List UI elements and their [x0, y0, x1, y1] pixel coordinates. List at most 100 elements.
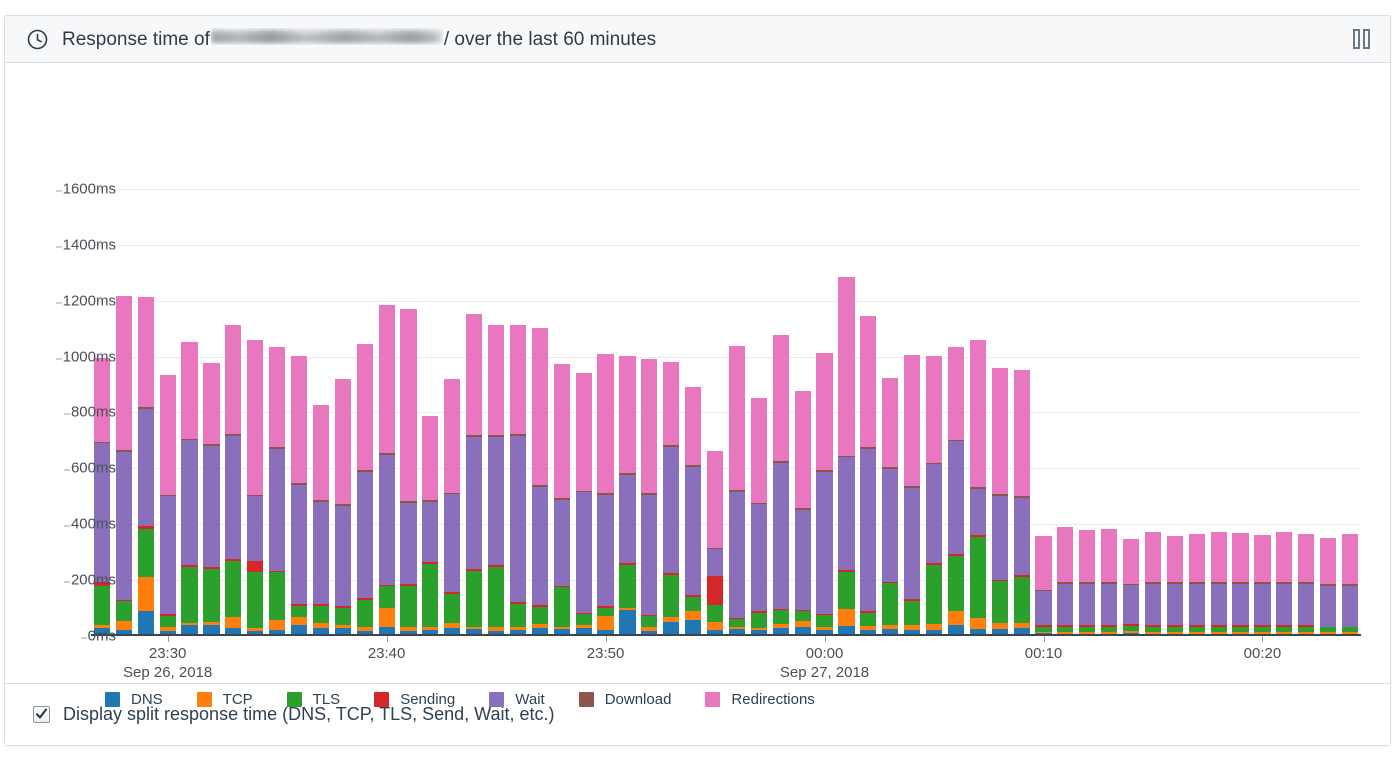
bar-segment-redirections: [1298, 534, 1314, 582]
x-axis-tick-mark: [825, 636, 826, 642]
bar-segment-redirections: [904, 355, 920, 486]
bar-column[interactable]: [357, 344, 373, 636]
y-axis-tick-label: 600ms: [71, 460, 116, 477]
bar-segment-tls: [357, 600, 373, 627]
bar-segment-dns: [619, 610, 635, 636]
bar-column[interactable]: [1298, 534, 1314, 636]
bar-column[interactable]: [751, 398, 767, 636]
y-axis-tick-mark: [64, 414, 70, 415]
bar-column[interactable]: [203, 363, 219, 636]
bar-column[interactable]: [1189, 534, 1205, 636]
bar-column[interactable]: [685, 387, 701, 636]
bar-column[interactable]: [1145, 532, 1161, 636]
legend-item-dns[interactable]: DNS: [105, 691, 163, 708]
bar-column[interactable]: [138, 297, 154, 636]
bar-column[interactable]: [488, 325, 504, 637]
bar-column[interactable]: [641, 359, 657, 636]
bar-segment-tls: [335, 608, 351, 625]
bar-segment-redirections: [663, 362, 679, 446]
chart-panel-body: 0ms200ms400ms600ms800ms1000ms1200ms1400m…: [5, 63, 1390, 683]
bar-segment-redirections: [1342, 534, 1358, 584]
bar-column[interactable]: [619, 356, 635, 636]
bar-column[interactable]: [816, 353, 832, 636]
bar-segment-wait: [707, 549, 723, 576]
legend-item-wait[interactable]: Wait: [489, 691, 544, 708]
pause-icon[interactable]: [1348, 28, 1374, 50]
legend-item-redirections[interactable]: Redirections: [705, 691, 814, 708]
bar-column[interactable]: [466, 314, 482, 636]
bar-column[interactable]: [116, 296, 132, 636]
bar-column[interactable]: [576, 373, 592, 636]
bar-segment-wait: [422, 502, 438, 562]
bar-column[interactable]: [554, 364, 570, 636]
bar-segment-redirections: [225, 325, 241, 434]
bar-column[interactable]: [422, 416, 438, 636]
bar-column[interactable]: [970, 340, 986, 636]
bar-column[interactable]: [1057, 527, 1073, 636]
bar-column[interactable]: [444, 379, 460, 636]
bar-column[interactable]: [1101, 529, 1117, 636]
bar-column[interactable]: [335, 379, 351, 636]
bar-column[interactable]: [291, 356, 307, 636]
bar-column[interactable]: [795, 391, 811, 636]
bar-column[interactable]: [400, 309, 416, 636]
bar-column[interactable]: [269, 347, 285, 636]
bar-segment-tls: [554, 587, 570, 626]
bar-segment-tcp: [838, 609, 854, 626]
bar-column[interactable]: [181, 342, 197, 636]
bar-column[interactable]: [1035, 536, 1051, 636]
bar-segment-redirections: [138, 297, 154, 407]
bar-column[interactable]: [860, 316, 876, 636]
bar-column[interactable]: [1123, 539, 1139, 636]
y-axis-tick-mark: [56, 358, 62, 359]
bar-column[interactable]: [1342, 534, 1358, 636]
legend-item-tls[interactable]: TLS: [287, 691, 341, 708]
bar-column[interactable]: [313, 405, 329, 636]
y-axis-tick-label: 0ms: [88, 628, 116, 645]
bar-column[interactable]: [225, 325, 241, 636]
bar-column[interactable]: [1211, 532, 1227, 636]
bar-column[interactable]: [838, 277, 854, 636]
bar-column[interactable]: [532, 328, 548, 636]
bar-column[interactable]: [1254, 535, 1270, 636]
bar-segment-wait: [619, 475, 635, 564]
bar-column[interactable]: [707, 451, 723, 636]
bar-column[interactable]: [948, 347, 964, 636]
bar-segment-tls: [422, 564, 438, 627]
bar-segment-tls: [510, 604, 526, 627]
bar-column[interactable]: [1276, 532, 1292, 636]
bar-column[interactable]: [926, 356, 942, 636]
bar-column[interactable]: [1079, 530, 1095, 636]
legend-swatch-sending: [374, 692, 389, 707]
bar-column[interactable]: [597, 354, 613, 636]
bar-segment-sending: [247, 561, 263, 572]
bar-segment-wait: [926, 464, 942, 563]
bar-column[interactable]: [663, 362, 679, 636]
bar-column[interactable]: [1232, 533, 1248, 636]
bar-column[interactable]: [94, 358, 110, 636]
bar-column[interactable]: [510, 325, 526, 636]
bar-column[interactable]: [904, 355, 920, 636]
bar-column[interactable]: [1014, 370, 1030, 636]
legend-item-download[interactable]: Download: [579, 691, 672, 708]
bar-segment-redirections: [685, 387, 701, 465]
bar-column[interactable]: [729, 346, 745, 636]
bar-column[interactable]: [1167, 536, 1183, 636]
bar-segment-wait: [1035, 591, 1051, 625]
split-response-time-checkbox[interactable]: [33, 706, 50, 723]
bar-column[interactable]: [160, 375, 176, 636]
bar-column[interactable]: [882, 378, 898, 636]
bar-column[interactable]: [379, 305, 395, 636]
bar-segment-tls: [751, 613, 767, 628]
legend-item-tcp[interactable]: TCP: [197, 691, 253, 708]
x-axis-line: [91, 634, 1361, 636]
bar-column[interactable]: [992, 368, 1008, 636]
bar-segment-tls: [291, 606, 307, 617]
bar-column[interactable]: [773, 335, 789, 636]
bar-column[interactable]: [247, 340, 263, 636]
bar-column[interactable]: [1320, 538, 1336, 636]
bar-segment-redirections: [597, 354, 613, 493]
legend-item-sending[interactable]: Sending: [374, 691, 455, 708]
bar-segment-wait: [291, 485, 307, 604]
y-axis-tick-label: 1000ms: [63, 348, 116, 365]
